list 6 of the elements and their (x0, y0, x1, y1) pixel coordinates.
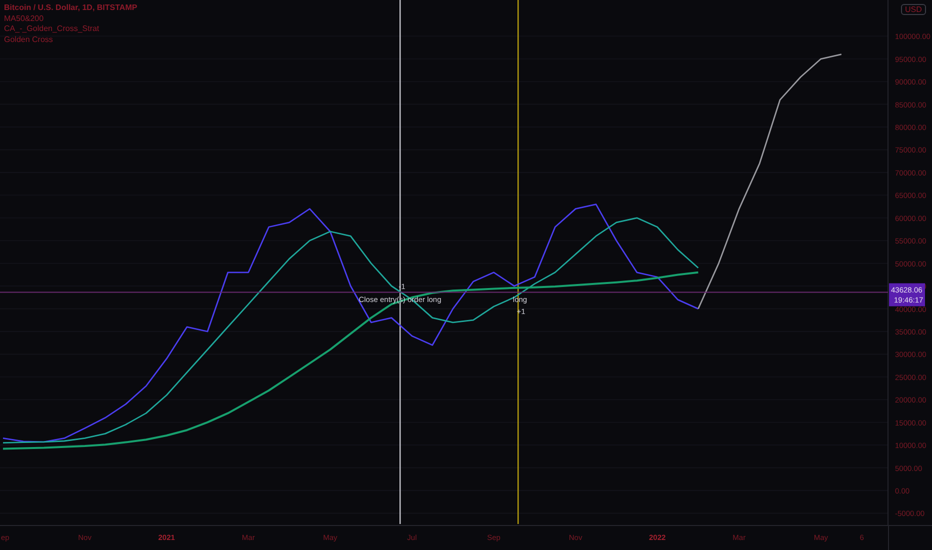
currency-badge[interactable]: USD (901, 4, 926, 15)
symbol-title: Bitcoin / U.S. Dollar, 1D, BITSTAMP (4, 3, 138, 14)
indicator-label: Golden Cross (4, 34, 54, 45)
indicator-label: CA_-_Golden_Cross_Strat (4, 24, 100, 34)
last-price-badge (889, 283, 925, 306)
indicator-label: MA50&200 (4, 14, 45, 24)
